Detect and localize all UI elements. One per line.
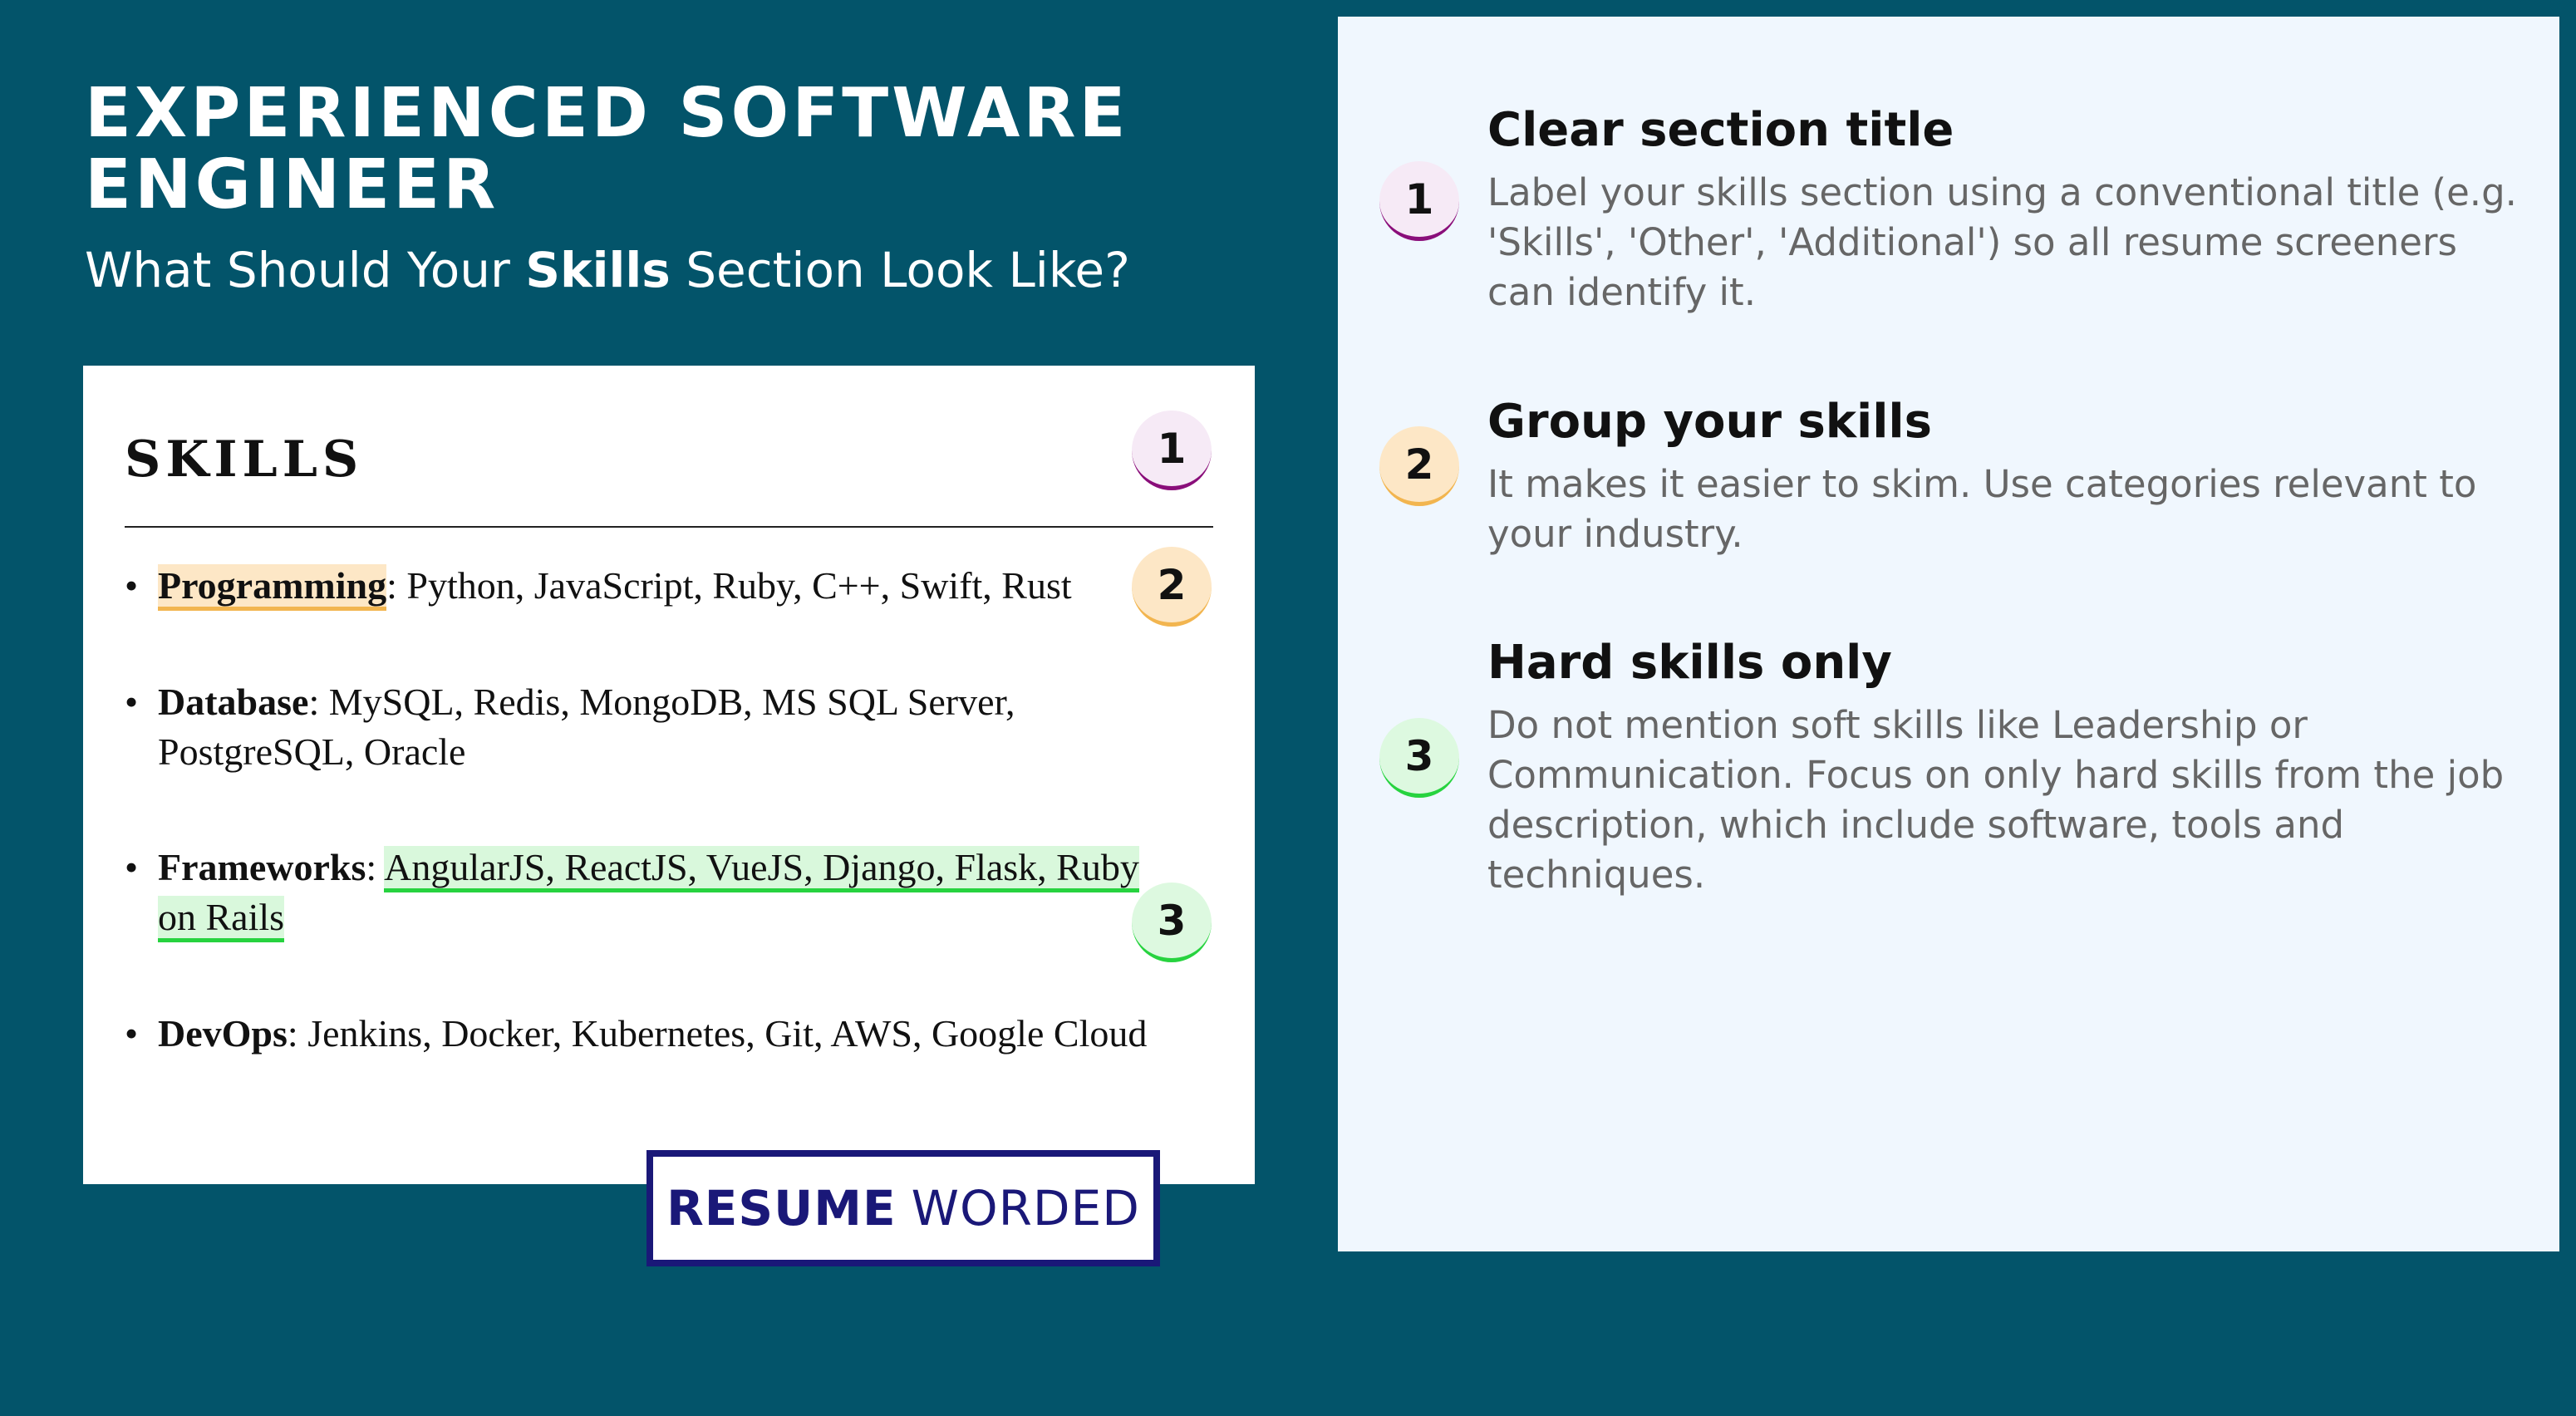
skill-values: Python, JavaScript, Ruby, C++, Swift, Ru… bbox=[406, 564, 1072, 607]
subtitle-before: What Should Your bbox=[85, 242, 526, 298]
logo-strong: RESUME bbox=[666, 1180, 897, 1237]
skills-heading: SKILLS bbox=[125, 430, 364, 489]
bullet: • bbox=[125, 564, 139, 607]
subtitle-after: Section Look Like? bbox=[670, 242, 1130, 298]
tip-body-2: It makes it easier to skim. Use categori… bbox=[1487, 462, 2477, 556]
skill-item-devops: • DevOps: Jenkins, Docker, Kubernetes, G… bbox=[125, 1009, 1155, 1059]
tip-badge-2: 2 bbox=[1379, 426, 1459, 506]
page-subtitle: What Should Your Skills Section Look Lik… bbox=[85, 243, 1130, 297]
tip-title-1: Clear section title bbox=[1487, 103, 1954, 157]
tip-title-3: Hard skills only bbox=[1487, 636, 1892, 690]
tip-badge-3: 3 bbox=[1379, 718, 1459, 798]
bullet: • bbox=[125, 1012, 139, 1055]
tip-badge-1: 1 bbox=[1379, 161, 1459, 241]
skill-label: Frameworks bbox=[158, 846, 366, 888]
logo-light: WORDED bbox=[911, 1180, 1140, 1237]
page-title: EXPERIENCED SOFTWARE ENGINEER bbox=[85, 74, 1129, 224]
resume-skills-card: SKILLS • Programming: Python, JavaScript… bbox=[83, 366, 1255, 1184]
bullet: • bbox=[125, 846, 139, 888]
callout-badge-1: 1 bbox=[1132, 411, 1212, 490]
skill-item-programming: • Programming: Python, JavaScript, Ruby,… bbox=[125, 561, 1155, 611]
skill-item-frameworks: • Frameworks: AngularJS, ReactJS, VueJS,… bbox=[125, 843, 1155, 942]
skill-label: Programming bbox=[158, 564, 387, 611]
skill-separator: : bbox=[287, 1012, 308, 1055]
tip-title-2: Group your skills bbox=[1487, 395, 1932, 449]
skill-values: Jenkins, Docker, Kubernetes, Git, AWS, G… bbox=[307, 1012, 1148, 1055]
resume-worded-logo: RESUME WORDED bbox=[646, 1150, 1160, 1266]
tips-panel: 1 Clear section title Label your skills … bbox=[1338, 17, 2559, 1251]
skill-item-database: • Database: MySQL, Redis, MongoDB, MS SQ… bbox=[125, 677, 1155, 777]
skill-label: Database bbox=[158, 681, 309, 723]
skill-separator: : bbox=[386, 564, 407, 607]
skill-separator: : bbox=[308, 681, 329, 723]
skill-separator: : bbox=[366, 846, 385, 888]
heading-divider bbox=[125, 526, 1213, 528]
subtitle-bold: Skills bbox=[525, 242, 671, 298]
callout-badge-2: 2 bbox=[1132, 547, 1212, 627]
skill-label: DevOps bbox=[158, 1012, 288, 1055]
bullet: • bbox=[125, 681, 139, 723]
callout-badge-3: 3 bbox=[1132, 883, 1212, 962]
tip-body-3: Do not mention soft skills like Leadersh… bbox=[1487, 703, 2505, 897]
tip-body-1: Label your skills section using a conven… bbox=[1487, 170, 2517, 314]
